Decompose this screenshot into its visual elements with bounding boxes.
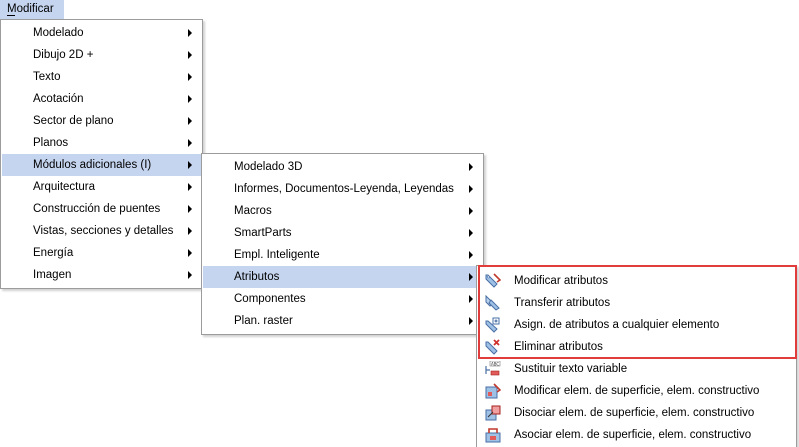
menu-item-label: Imagen xyxy=(33,269,72,281)
menu-item-construccion-de-puentes[interactable]: Construcción de puentes xyxy=(2,198,201,220)
menu-item-componentes[interactable]: Componentes xyxy=(203,288,482,310)
submenu-arrow-icon xyxy=(188,205,192,213)
menubar-modificar[interactable]: Modificar xyxy=(0,0,64,19)
menu-item-empl-inteligente[interactable]: Empl. Inteligente xyxy=(203,244,482,266)
menu-item-macros[interactable]: Macros xyxy=(203,200,482,222)
submenu-arrow-icon xyxy=(188,95,192,103)
menu-item-label: Acotación xyxy=(33,93,84,105)
submenu-arrow-icon xyxy=(469,163,473,171)
menu-item-label: Arquitectura xyxy=(33,181,96,193)
menu-item-label: Modelado xyxy=(33,27,84,39)
menu-item-label: Atributos xyxy=(234,271,280,283)
submenu-arrow-icon xyxy=(469,185,473,193)
menu-item-imagen[interactable]: Imagen xyxy=(2,264,201,286)
menu-item-label: Sector de plano xyxy=(33,115,114,127)
menu-item-label: Vistas, secciones y detalles xyxy=(33,225,174,237)
menu-item-label: Energía xyxy=(33,247,74,259)
menu-item-disociar-elem-superficie[interactable]: Disociar elem. de superficie, elem. cons… xyxy=(478,402,795,424)
menu-item-plan-raster[interactable]: Plan. raster xyxy=(203,310,482,332)
replace-variable-text-icon: ABC xyxy=(485,361,501,376)
menu-item-planos[interactable]: Planos xyxy=(2,132,201,154)
menubar-modificar-label: Modificar xyxy=(7,3,54,15)
submenu-arrow-icon xyxy=(188,227,192,235)
menu-item-energia[interactable]: Energía xyxy=(2,242,201,264)
menu-item-vistas-secciones-detalles[interactable]: Vistas, secciones y detalles xyxy=(2,220,201,242)
modificar-menu: Modelado Dibujo 2D + Texto Acotación Sec… xyxy=(0,19,203,289)
submenu-arrow-icon xyxy=(469,295,473,303)
menu-item-sector-de-plano[interactable]: Sector de plano xyxy=(2,110,201,132)
menu-item-sustituir-texto-variable[interactable]: ABC Sustituir texto variable xyxy=(478,358,795,380)
menubar-mnemonic-underline xyxy=(7,15,15,16)
menu-item-texto[interactable]: Texto xyxy=(2,66,201,88)
menu-item-label: Planos xyxy=(33,137,69,149)
submenu-arrow-icon xyxy=(188,51,192,59)
modify-surface-element-icon xyxy=(485,383,501,399)
associate-surface-element-icon xyxy=(485,428,501,443)
menu-item-atributos[interactable]: Atributos xyxy=(203,266,482,288)
menu-item-label: Asociar elem. de superficie, elem. const… xyxy=(514,429,752,441)
submenu-arrow-icon xyxy=(469,229,473,237)
menu-item-acotacion[interactable]: Acotación xyxy=(2,88,201,110)
submenu-arrow-icon xyxy=(188,139,192,147)
menu-item-label: Informes, Documentos-Leyenda, Leyendas xyxy=(234,183,454,195)
menu-item-label: Empl. Inteligente xyxy=(234,249,320,261)
submenu-arrow-icon xyxy=(469,273,473,281)
submenu-arrow-icon xyxy=(188,249,192,257)
modulos-adicionales-submenu: Modelado 3D Informes, Documentos-Leyenda… xyxy=(201,153,484,335)
submenu-arrow-icon xyxy=(188,183,192,191)
menu-item-label: Modelado 3D xyxy=(234,161,303,173)
menu-item-asociar-elem-superficie[interactable]: Asociar elem. de superficie, elem. const… xyxy=(478,424,795,446)
menu-item-modulos-adicionales[interactable]: Módulos adicionales (I) xyxy=(2,154,201,176)
menu-item-modificar-elem-superficie[interactable]: Modificar elem. de superficie, elem. con… xyxy=(478,380,795,402)
dissociate-surface-element-icon xyxy=(485,405,501,421)
menu-item-modelado[interactable]: Modelado xyxy=(2,22,201,44)
submenu-arrow-icon xyxy=(188,271,192,279)
menu-item-label: SmartParts xyxy=(234,227,292,239)
menu-item-label: Disociar elem. de superficie, elem. cons… xyxy=(514,407,755,419)
menu-item-label: Construcción de puentes xyxy=(33,203,161,215)
menu-item-label: Módulos adicionales (I) xyxy=(33,159,152,171)
menu-item-arquitectura[interactable]: Arquitectura xyxy=(2,176,201,198)
submenu-arrow-icon xyxy=(188,73,192,81)
menu-item-label: Modificar elem. de superficie, elem. con… xyxy=(514,385,760,397)
menu-item-label: Componentes xyxy=(234,293,306,305)
menu-item-label: Sustituir texto variable xyxy=(514,363,628,375)
menu-item-label: Macros xyxy=(234,205,272,217)
submenu-arrow-icon xyxy=(469,207,473,215)
menu-item-label: Dibujo 2D + xyxy=(33,49,94,61)
menu-item-informes[interactable]: Informes, Documentos-Leyenda, Leyendas xyxy=(203,178,482,200)
menu-item-label: Plan. raster xyxy=(234,315,293,327)
highlight-annotation-box xyxy=(478,265,797,359)
submenu-arrow-icon xyxy=(469,317,473,325)
submenu-arrow-icon xyxy=(188,117,192,125)
menu-item-modelado-3d[interactable]: Modelado 3D xyxy=(203,156,482,178)
submenu-arrow-icon xyxy=(469,251,473,259)
menu-item-label: Texto xyxy=(33,71,61,83)
menu-item-smartparts[interactable]: SmartParts xyxy=(203,222,482,244)
submenu-arrow-icon xyxy=(188,161,192,169)
svg-text:ABC: ABC xyxy=(491,361,499,366)
menu-item-dibujo-2d[interactable]: Dibujo 2D + xyxy=(2,44,201,66)
submenu-arrow-icon xyxy=(188,29,192,37)
